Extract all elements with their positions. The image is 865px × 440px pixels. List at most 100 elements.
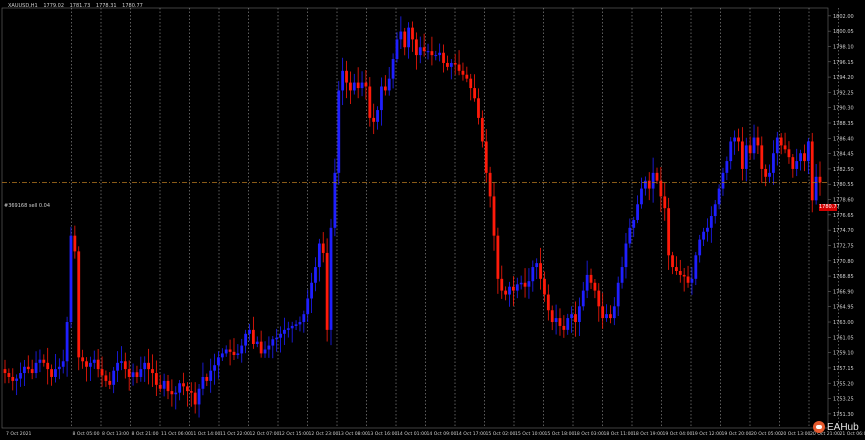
candle-body <box>213 365 216 371</box>
candle-body <box>306 298 310 315</box>
y-tick-label: 1782.50 <box>833 167 854 173</box>
eahub-watermark: EAHub <box>813 421 859 433</box>
candle-body <box>713 204 717 217</box>
candle-body <box>34 362 38 374</box>
candle-body <box>554 318 558 323</box>
candle-body <box>294 324 298 326</box>
candle-body <box>143 362 147 370</box>
candle-body <box>702 231 705 240</box>
candle-body <box>504 290 508 295</box>
candle-body <box>286 328 290 330</box>
candle-body <box>453 62 457 65</box>
candle-body <box>127 369 131 377</box>
candle-body <box>240 345 244 354</box>
candle-body <box>473 88 476 99</box>
candle-body <box>484 141 488 173</box>
candle-body <box>151 369 154 374</box>
candle-body <box>209 370 213 381</box>
candle-body <box>523 282 527 287</box>
candle-body <box>651 172 655 189</box>
candle-body <box>430 51 434 56</box>
candle-body <box>480 117 484 142</box>
candle-body <box>15 378 19 381</box>
candle-body <box>403 31 407 48</box>
candle-body <box>740 141 744 169</box>
candle-body <box>725 161 729 173</box>
candle-body <box>387 78 391 91</box>
candle-body <box>380 86 383 111</box>
candle-body <box>772 153 775 173</box>
order-line-label[interactable]: #369168 sell 0.04 <box>4 203 50 209</box>
y-tick-label: 1800.05 <box>833 29 854 35</box>
x-tick-label: 7 Oct 2021 <box>6 431 32 437</box>
candle-body <box>624 243 628 268</box>
candle-body <box>3 369 7 374</box>
candle-body <box>170 391 174 395</box>
y-tick-label: 1770.80 <box>833 259 854 265</box>
chart-window[interactable]: 1802.00 1800.05 1798.10 1796.15 1794.20 1792.… <box>0 0 865 440</box>
y-tick-label: 1761.05 <box>833 335 854 341</box>
candle-body <box>166 380 170 392</box>
candle-body <box>38 359 42 363</box>
price-chart[interactable]: 1802.00 1800.05 1798.10 1796.15 1794.20 1792.… <box>0 0 865 440</box>
candle-body <box>675 267 678 271</box>
eahub-logo-icon <box>813 421 825 433</box>
x-tick-label: 15 Oct 02:00 <box>486 431 516 437</box>
candle-body <box>570 314 574 319</box>
candle-body <box>147 362 150 370</box>
candle-body <box>597 290 601 307</box>
candle-body <box>236 353 240 355</box>
ohlc-close: 1780.77 <box>122 3 143 9</box>
candle-body <box>73 235 77 252</box>
candle-body <box>23 366 26 374</box>
y-tick-label: 1796.15 <box>833 60 854 66</box>
candle-body <box>349 82 352 91</box>
y-tick-label: 1786.40 <box>833 136 854 142</box>
candle-body <box>492 196 496 236</box>
candle-body <box>197 388 201 405</box>
candle-body <box>186 386 189 392</box>
y-tick-label: 1790.30 <box>833 106 854 112</box>
candle-body <box>255 341 259 344</box>
candle-body <box>77 251 81 358</box>
candle-body <box>791 157 795 169</box>
candle-body <box>224 349 228 354</box>
y-tick-label: 1780.55 <box>833 182 854 188</box>
x-tick-label: 18 Oct 11:00 <box>604 431 634 437</box>
candle-body <box>108 380 112 385</box>
candle-body <box>531 267 535 282</box>
x-tick-label: 13 Oct 16:00 <box>368 431 398 437</box>
y-tick-label: 1784.45 <box>833 152 854 158</box>
candle-body <box>488 172 492 197</box>
symbol-timeframe: XAUUSD,H1 <box>8 3 38 9</box>
candle-body <box>698 239 702 256</box>
candle-body <box>620 267 624 283</box>
candle-body <box>512 286 515 291</box>
candle-body <box>717 188 721 205</box>
candle-body <box>372 117 376 122</box>
candle-body <box>275 337 279 340</box>
x-tick-label: 20 Oct 05:00 <box>751 431 781 437</box>
candle-body <box>748 145 752 154</box>
candle-body <box>360 82 364 89</box>
candle-body <box>434 55 438 57</box>
candle-body <box>352 82 356 91</box>
x-tick-label: 8 Oct 05:00 <box>73 431 100 437</box>
y-tick-label: 1764.95 <box>833 305 854 311</box>
candle-body <box>205 376 209 381</box>
candle-body <box>135 372 139 377</box>
y-tick-label: 1776.65 <box>833 213 854 219</box>
candle-body <box>333 172 337 228</box>
candle-body <box>314 267 317 283</box>
candle-body <box>54 369 57 377</box>
candle-body <box>744 145 748 169</box>
candle-body <box>325 252 329 330</box>
candle-body <box>515 284 519 291</box>
candle-body <box>558 318 562 326</box>
candle-body <box>279 333 282 338</box>
ohlc-high: 1781.73 <box>69 3 91 9</box>
y-tick-label: 1768.85 <box>833 274 854 280</box>
x-tick-label: 14 Oct 01:00 <box>397 431 427 437</box>
candle-body <box>283 329 286 334</box>
symbol-header: XAUUSD,H1 1779.02 1781.73 1778.31 1780.7… <box>8 3 147 9</box>
